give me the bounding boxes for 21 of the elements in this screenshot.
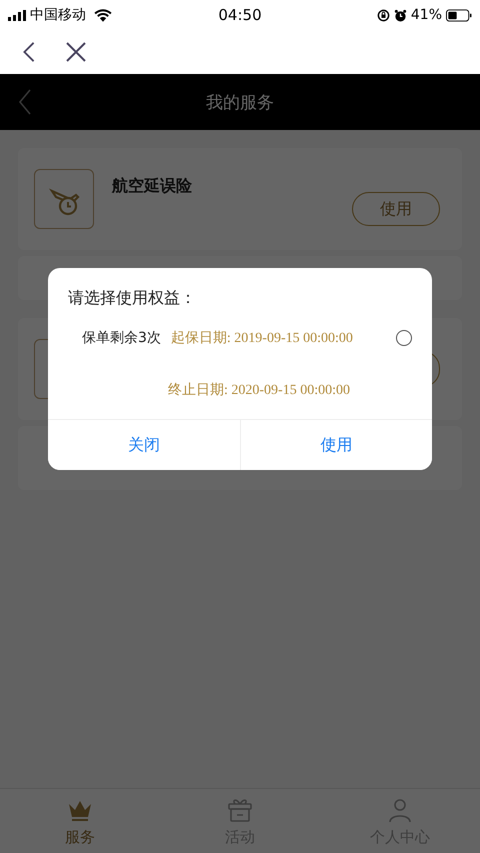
remaining-count: 保单剩余3次 <box>82 329 161 347</box>
alarm-icon <box>394 8 407 22</box>
rotation-lock-icon <box>376 8 390 22</box>
wifi-icon <box>94 8 112 22</box>
start-date: 起保日期: 2019-09-15 00:00:00 <box>170 330 353 347</box>
tab-item[interactable]: 服务 <box>0 789 160 853</box>
signal-icon <box>8 10 26 20</box>
service-name: 航空延误险 <box>112 176 192 197</box>
dialog-title: 请选择使用权益： <box>68 288 197 309</box>
use-button[interactable]: 使用 <box>240 420 432 470</box>
page-title: 我的服务 <box>206 92 274 114</box>
end-date: 终止日期: 2020-09-15 00:00:00 <box>168 382 351 399</box>
use-button[interactable]: 使用 <box>352 192 440 226</box>
plane-clock-icon <box>34 169 94 229</box>
radio-button[interactable] <box>396 330 412 346</box>
battery-icon <box>446 8 472 22</box>
status-time: 04:50 <box>218 6 262 24</box>
close-icon[interactable] <box>66 42 86 62</box>
battery-percent: 41% <box>410 7 442 23</box>
carrier-name: 中国移动 <box>30 6 86 24</box>
back-icon[interactable] <box>22 41 36 63</box>
